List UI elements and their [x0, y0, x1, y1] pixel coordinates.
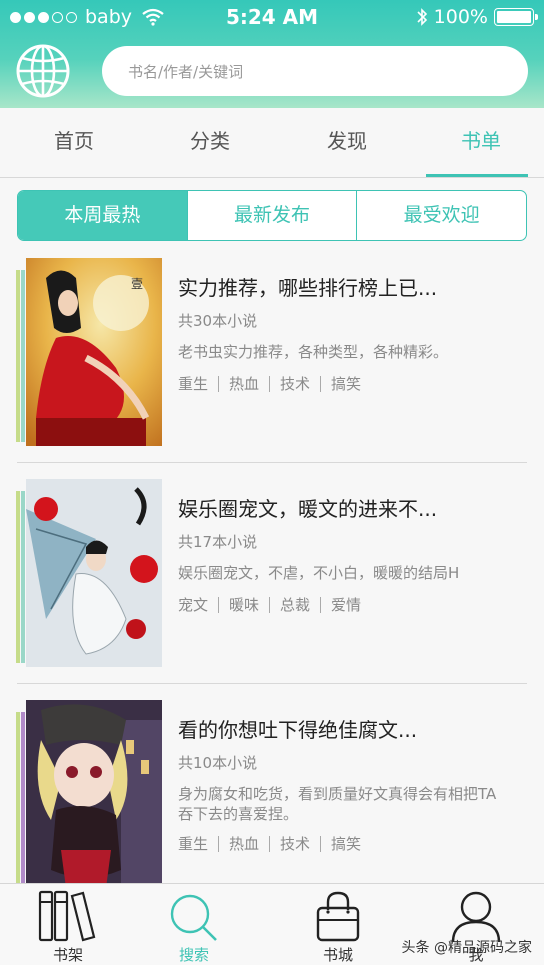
tab-home[interactable]: 首页 [24, 108, 124, 178]
top-tabs: 首页 分类 发现 书单 [0, 108, 544, 178]
nav-search[interactable]: 搜索 [144, 884, 244, 965]
watermark: 头条 @精品源码之家 [401, 940, 532, 956]
tag[interactable]: 宠文 [178, 597, 218, 613]
book-tags: 宠文 暖味 总裁 爱情 [178, 597, 371, 613]
tag[interactable]: 搞笑 [320, 836, 371, 852]
svg-text:壹: 壹 [131, 277, 143, 291]
book-tags: 重生 热血 技术 搞笑 [178, 376, 371, 392]
book-title: 看的你想吐下得绝佳腐文... [178, 718, 418, 742]
search-placeholder: 书名/作者/关键词 [128, 62, 244, 81]
book-tags: 重生 热血 技术 搞笑 [178, 836, 371, 852]
globe-icon[interactable] [14, 42, 72, 100]
book-cover: 壹 [16, 258, 162, 446]
tab-discover[interactable]: 发现 [297, 108, 397, 178]
book-title: 实力推荐，哪些排行榜上已... [178, 276, 438, 300]
book-count: 共10本小说 [178, 754, 258, 772]
segment-weekly-hot[interactable]: 本周最热 [18, 191, 187, 240]
battery-icon [494, 8, 538, 26]
tag[interactable]: 爱情 [320, 597, 371, 613]
segment-latest[interactable]: 最新发布 [186, 191, 357, 240]
active-tab-indicator [426, 174, 528, 177]
tag[interactable]: 热血 [218, 836, 269, 852]
book-count: 共17本小说 [178, 533, 258, 551]
book-desc: 娱乐圈宠文，不虐，不小白，暖暖的结局H [178, 564, 460, 582]
tag[interactable]: 暖味 [218, 597, 269, 613]
tab-booklist[interactable]: 书单 [431, 108, 531, 178]
book-desc: 老书虫实力推荐，各种类型，各种精彩。 [178, 343, 449, 361]
book-cover [16, 479, 162, 667]
tag[interactable]: 总裁 [269, 597, 320, 613]
bluetooth-icon [417, 8, 427, 26]
book-desc: 身为腐女和吃货，看到质量好文真得会有相把TA吞下去的喜爱捏。 [178, 785, 497, 823]
nav-bookshelf[interactable]: 书架 [18, 884, 118, 965]
user-icon [451, 891, 501, 942]
list-item[interactable]: 娱乐圈宠文，暖文的进来不... 共17本小说 娱乐圈宠文，不虐，不小白，暖暖的结… [0, 479, 544, 700]
divider [17, 462, 527, 463]
tag[interactable]: 技术 [269, 836, 320, 852]
tag[interactable]: 热血 [218, 376, 269, 392]
nav-label: 搜索 [178, 946, 209, 964]
search-input[interactable]: 书名/作者/关键词 [102, 46, 528, 96]
ranking-segment-control: 本周最热 最新发布 最受欢迎 [17, 190, 527, 241]
bookshelf-icon [38, 890, 96, 942]
tag[interactable]: 技术 [269, 376, 320, 392]
tag[interactable]: 重生 [178, 836, 218, 852]
tab-category[interactable]: 分类 [160, 108, 260, 178]
segment-most-popular[interactable]: 最受欢迎 [356, 191, 526, 240]
status-right: 100% [416, 6, 538, 28]
book-count: 共30本小说 [178, 312, 258, 330]
nav-label: 书架 [52, 946, 83, 964]
battery-percent: 100% [433, 6, 488, 28]
divider [17, 683, 527, 684]
shopping-bag-icon [316, 891, 360, 942]
cover-image [26, 479, 162, 667]
cover-image: 壹 [26, 258, 162, 446]
tag[interactable]: 重生 [178, 376, 218, 392]
tag[interactable]: 搞笑 [320, 376, 371, 392]
app-header: baby 5:24 AM 100% 书名/作者/关键词 [0, 0, 544, 108]
list-item[interactable]: 壹 实力推荐，哪些排行榜上已... 共30本小说 老书虫实力推荐，各种类型，各种… [0, 258, 544, 479]
status-bar: baby 5:24 AM 100% [0, 0, 544, 36]
nav-label: 书城 [322, 946, 353, 964]
nav-bookstore[interactable]: 书城 [288, 884, 388, 965]
book-title: 娱乐圈宠文，暖文的进来不... [178, 497, 438, 521]
book-cover [16, 700, 162, 888]
search-icon [170, 894, 217, 941]
cover-image [26, 700, 162, 888]
